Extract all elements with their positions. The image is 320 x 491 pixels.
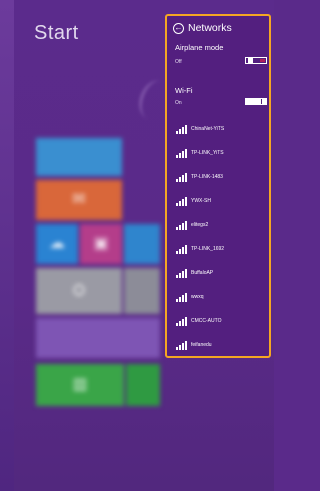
wifi-network-item[interactable]: BuffaloAP	[167, 265, 269, 281]
wifi-network-name: BuffaloAP	[191, 270, 214, 276]
wifi-signal-icon	[176, 340, 187, 350]
panel-title: Networks	[188, 22, 232, 34]
calendar-tile[interactable]	[36, 138, 122, 176]
wifi-network-name: elitegs2	[191, 222, 209, 228]
wifi-network-name: ChinaNet-YiTS	[191, 126, 225, 132]
wifi-network-name: TP-LINK_YiTS	[191, 150, 224, 156]
wifi-network-item[interactable]: TP-LINK-1483	[167, 169, 269, 185]
wifi-signal-icon	[176, 196, 187, 206]
weather-tile[interactable]: ☁	[36, 224, 78, 264]
wifi-signal-icon	[176, 220, 187, 230]
airplane-mode-state: Off	[175, 59, 182, 65]
wifi-network-item[interactable]: ChinaNet-YiTS	[167, 121, 269, 137]
toggle-track-on	[246, 99, 261, 104]
networks-panel: ← Networks Airplane mode Off Wi-Fi On Ch…	[165, 14, 271, 358]
store-tile[interactable]: ▥	[36, 364, 124, 406]
maps-tile[interactable]	[124, 224, 160, 264]
wifi-signal-icon	[176, 172, 187, 182]
wifi-network-item[interactable]: YWX-SH	[167, 193, 269, 209]
wifi-signal-icon	[176, 148, 187, 158]
start-title: Start	[34, 22, 79, 44]
photos-tile[interactable]: ▣	[80, 224, 122, 264]
wifi-network-item[interactable]: CMCC-AUTO	[167, 313, 269, 329]
wifi-network-name: TP-LINK_1692	[191, 246, 225, 252]
wifi-state: On	[175, 100, 182, 106]
toggle-off-accent	[260, 59, 265, 62]
wifi-network-name: TP-LINK-1483	[191, 174, 223, 180]
wifi-signal-icon	[176, 124, 187, 134]
wifi-network-item[interactable]: elitegs2	[167, 217, 269, 233]
wifi-network-name: wwxq	[191, 294, 204, 300]
airplane-mode-label: Airplane mode	[175, 43, 224, 52]
mail-tile[interactable]: ✉	[36, 180, 122, 220]
panel-header: ← Networks	[173, 20, 232, 36]
wifi-network-name: CMCC-AUTO	[191, 318, 222, 324]
wifi-signal-icon	[176, 244, 187, 254]
video-tile[interactable]	[36, 318, 160, 358]
left-edge-strip	[0, 0, 14, 491]
wifi-network-item[interactable]: TP-LINK_YiTS	[167, 145, 269, 161]
wifi-network-item[interactable]: TP-LINK_1692	[167, 241, 269, 257]
people-tile-side[interactable]	[124, 268, 160, 314]
wifi-network-name: feifanedu	[191, 342, 212, 348]
wifi-network-item[interactable]: wwxq	[167, 289, 269, 305]
back-arrow-icon[interactable]: ←	[173, 22, 184, 34]
toggle-knob	[248, 57, 253, 64]
people-icon: ⛭	[72, 282, 86, 299]
wifi-label: Wi-Fi	[175, 86, 193, 95]
mail-icon: ✉	[72, 191, 86, 208]
wifi-signal-icon	[176, 292, 187, 302]
store-icon: ▥	[72, 376, 88, 393]
wifi-network-name: YWX-SH	[191, 198, 211, 204]
cloud-icon: ☁	[49, 235, 65, 252]
wifi-network-item[interactable]: feifanedu	[167, 337, 269, 353]
wifi-toggle[interactable]	[245, 98, 267, 105]
wifi-signal-icon	[176, 316, 187, 326]
toggle-knob	[262, 98, 267, 105]
airplane-mode-toggle[interactable]	[245, 57, 267, 64]
wifi-signal-icon	[176, 268, 187, 278]
people-tile[interactable]: ⛭	[36, 268, 122, 314]
photo-icon: ▣	[93, 235, 109, 252]
store-tile-side[interactable]	[126, 364, 160, 406]
